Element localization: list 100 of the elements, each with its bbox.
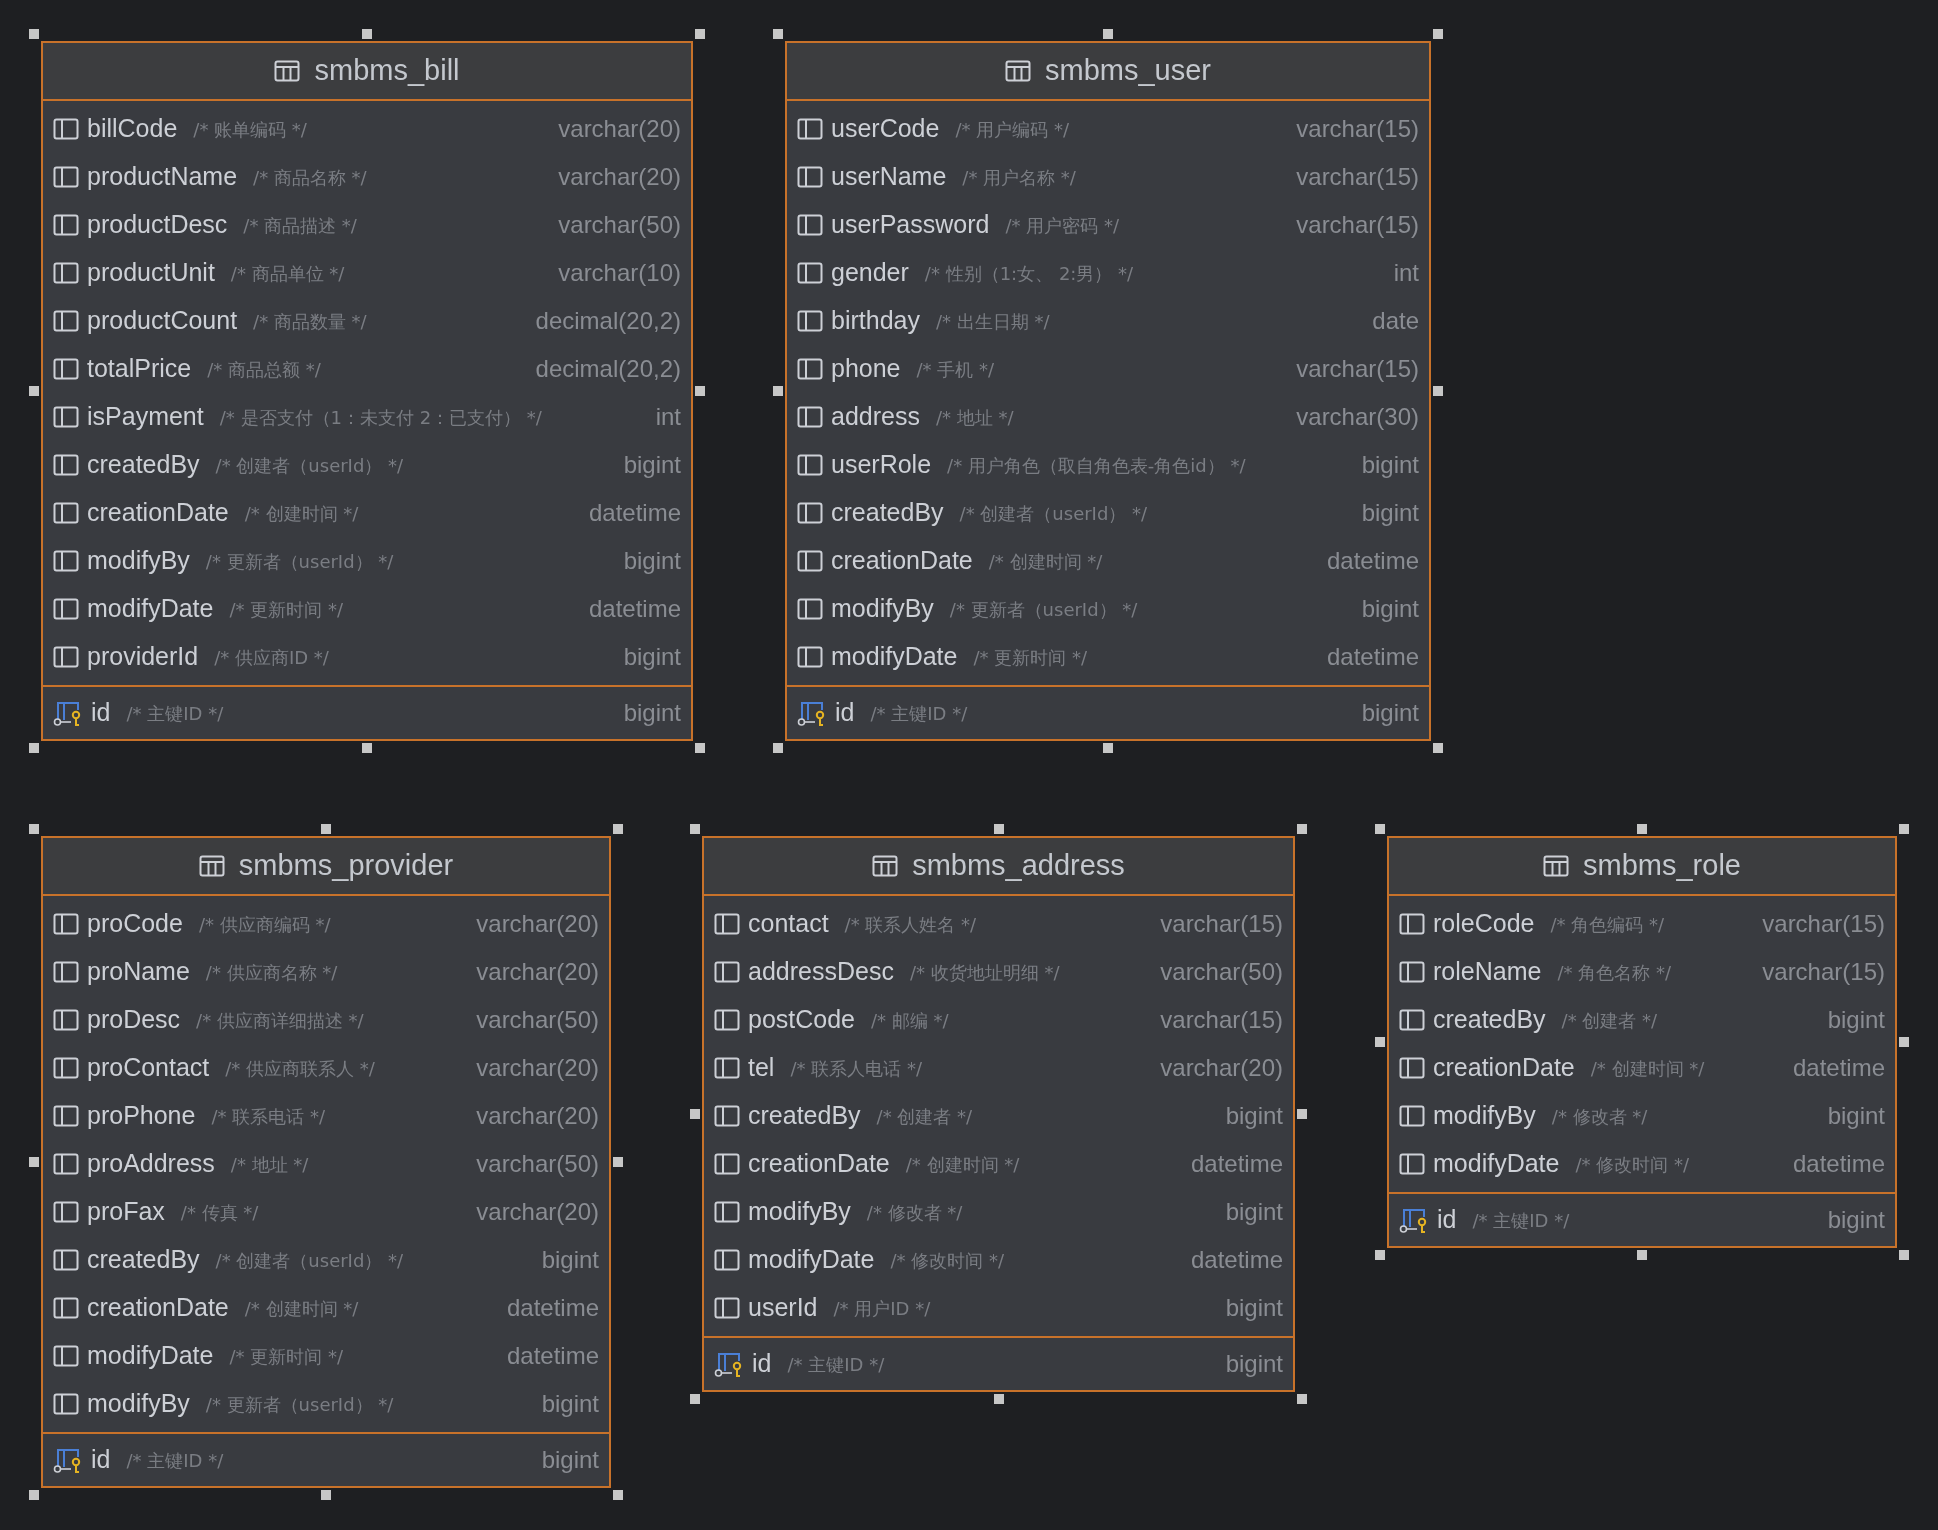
column-comment: /* 供应商ID */ (214, 645, 329, 670)
column-type: bigint (1826, 1205, 1885, 1235)
resize-handle[interactable] (1297, 824, 1307, 834)
resize-handle[interactable] (613, 824, 623, 834)
resize-handle[interactable] (321, 824, 331, 834)
column-type: decimal(20,2) (534, 306, 681, 336)
primary-key-icon (1399, 1207, 1429, 1233)
column-comment: /* 角色名称 */ (1557, 960, 1671, 985)
column-icon (53, 454, 79, 476)
column-name: creationDate (748, 1148, 890, 1180)
table-node[interactable] (41, 836, 611, 1488)
resize-handle[interactable] (695, 743, 705, 753)
resize-handle[interactable] (1899, 1037, 1909, 1047)
column-name: proName (87, 956, 190, 988)
resize-handle[interactable] (613, 1490, 623, 1500)
resize-handle[interactable] (695, 386, 705, 396)
column-name: address (831, 401, 920, 433)
resize-handle[interactable] (993, 1394, 1004, 1404)
column-comment: /* 联系电话 */ (211, 1104, 325, 1129)
column-comment: /* 供应商编码 */ (198, 912, 331, 937)
resize-handle[interactable] (773, 386, 783, 396)
column-comment: /* 商品总额 */ (207, 357, 321, 382)
resize-handle[interactable] (1899, 1250, 1909, 1260)
table-title: smbms_user (1045, 53, 1211, 89)
resize-handle[interactable] (993, 824, 1004, 834)
resize-handle[interactable] (29, 1490, 39, 1500)
column-name: id (835, 697, 855, 729)
column-icon (714, 913, 740, 935)
column-comment: /* 收货地址明细 */ (909, 960, 1060, 985)
column-type: varchar(20) (475, 957, 599, 987)
column-type: datetime (505, 1293, 599, 1323)
resize-handle[interactable] (1375, 824, 1385, 834)
column-type: datetime (587, 594, 681, 624)
column-icon (53, 1345, 79, 1367)
resize-handle[interactable] (29, 824, 39, 834)
column-icon (53, 1105, 79, 1127)
column-comment: /* 更新时间 */ (229, 1344, 344, 1369)
resize-handle[interactable] (29, 386, 39, 396)
column-comment: /* 创建者（userId） */ (215, 1248, 404, 1273)
resize-handle[interactable] (690, 1394, 700, 1404)
resize-handle[interactable] (1375, 1250, 1385, 1260)
column-name: providerId (87, 641, 199, 673)
table-node[interactable] (702, 836, 1295, 1392)
resize-handle[interactable] (1103, 743, 1113, 753)
column-name: tel (748, 1052, 775, 1084)
resize-handle[interactable] (362, 743, 372, 753)
column-comment: /* 性别（1:女、 2:男） */ (924, 261, 1134, 286)
table-title: smbms_provider (238, 848, 454, 884)
column-icon (53, 502, 79, 524)
table-icon (1005, 60, 1031, 82)
column-name: modifyBy (831, 593, 934, 625)
table-node[interactable] (1387, 836, 1897, 1248)
column-type: bigint (622, 450, 681, 480)
resize-handle[interactable] (1297, 1394, 1307, 1404)
column-type: bigint (1826, 1101, 1885, 1131)
column-icon (53, 913, 79, 935)
column-comment: /* 地址 */ (230, 1152, 309, 1177)
resize-handle[interactable] (1433, 29, 1443, 39)
column-comment: /* 更新者（userId） */ (205, 1392, 394, 1417)
column-type: varchar(20) (475, 909, 599, 939)
column-comment: /* 联系人电话 */ (790, 1056, 922, 1081)
column-type: varchar(10) (557, 258, 681, 288)
resize-handle[interactable] (1375, 1037, 1385, 1047)
column-icon (797, 358, 823, 380)
column-icon (714, 1105, 740, 1127)
column-icon (797, 646, 823, 668)
resize-handle[interactable] (1637, 1250, 1647, 1260)
column-comment: /* 用户ID */ (833, 1296, 931, 1321)
resize-handle[interactable] (29, 29, 39, 39)
column-type: datetime (505, 1341, 599, 1371)
resize-handle[interactable] (29, 1157, 39, 1167)
resize-handle[interactable] (1433, 386, 1443, 396)
resize-handle[interactable] (29, 743, 39, 753)
column-type: varchar(15) (1159, 909, 1283, 939)
resize-handle[interactable] (690, 1109, 700, 1119)
resize-handle[interactable] (773, 29, 783, 39)
table-node[interactable] (785, 41, 1431, 741)
resize-handle[interactable] (695, 29, 705, 39)
table-title: smbms_role (1583, 848, 1741, 884)
column-type: varchar(50) (475, 1005, 599, 1035)
resize-handle[interactable] (1103, 29, 1113, 39)
column-icon (53, 961, 79, 983)
column-comment: /* 地址 */ (935, 405, 1014, 430)
table-node[interactable] (41, 41, 693, 741)
column-icon (797, 454, 823, 476)
column-icon (1399, 913, 1425, 935)
resize-handle[interactable] (1899, 824, 1909, 834)
column-icon (714, 961, 740, 983)
column-comment: /* 创建时间 */ (244, 1296, 359, 1321)
resize-handle[interactable] (1297, 1109, 1307, 1119)
resize-handle[interactable] (690, 824, 700, 834)
table-icon (198, 855, 225, 877)
column-comment: /* 创建者 */ (1561, 1008, 1658, 1033)
resize-handle[interactable] (1637, 824, 1647, 834)
resize-handle[interactable] (321, 1490, 331, 1500)
column-name: modifyBy (87, 1388, 190, 1420)
resize-handle[interactable] (773, 743, 783, 753)
resize-handle[interactable] (362, 29, 372, 39)
resize-handle[interactable] (1433, 743, 1443, 753)
resize-handle[interactable] (613, 1157, 623, 1167)
